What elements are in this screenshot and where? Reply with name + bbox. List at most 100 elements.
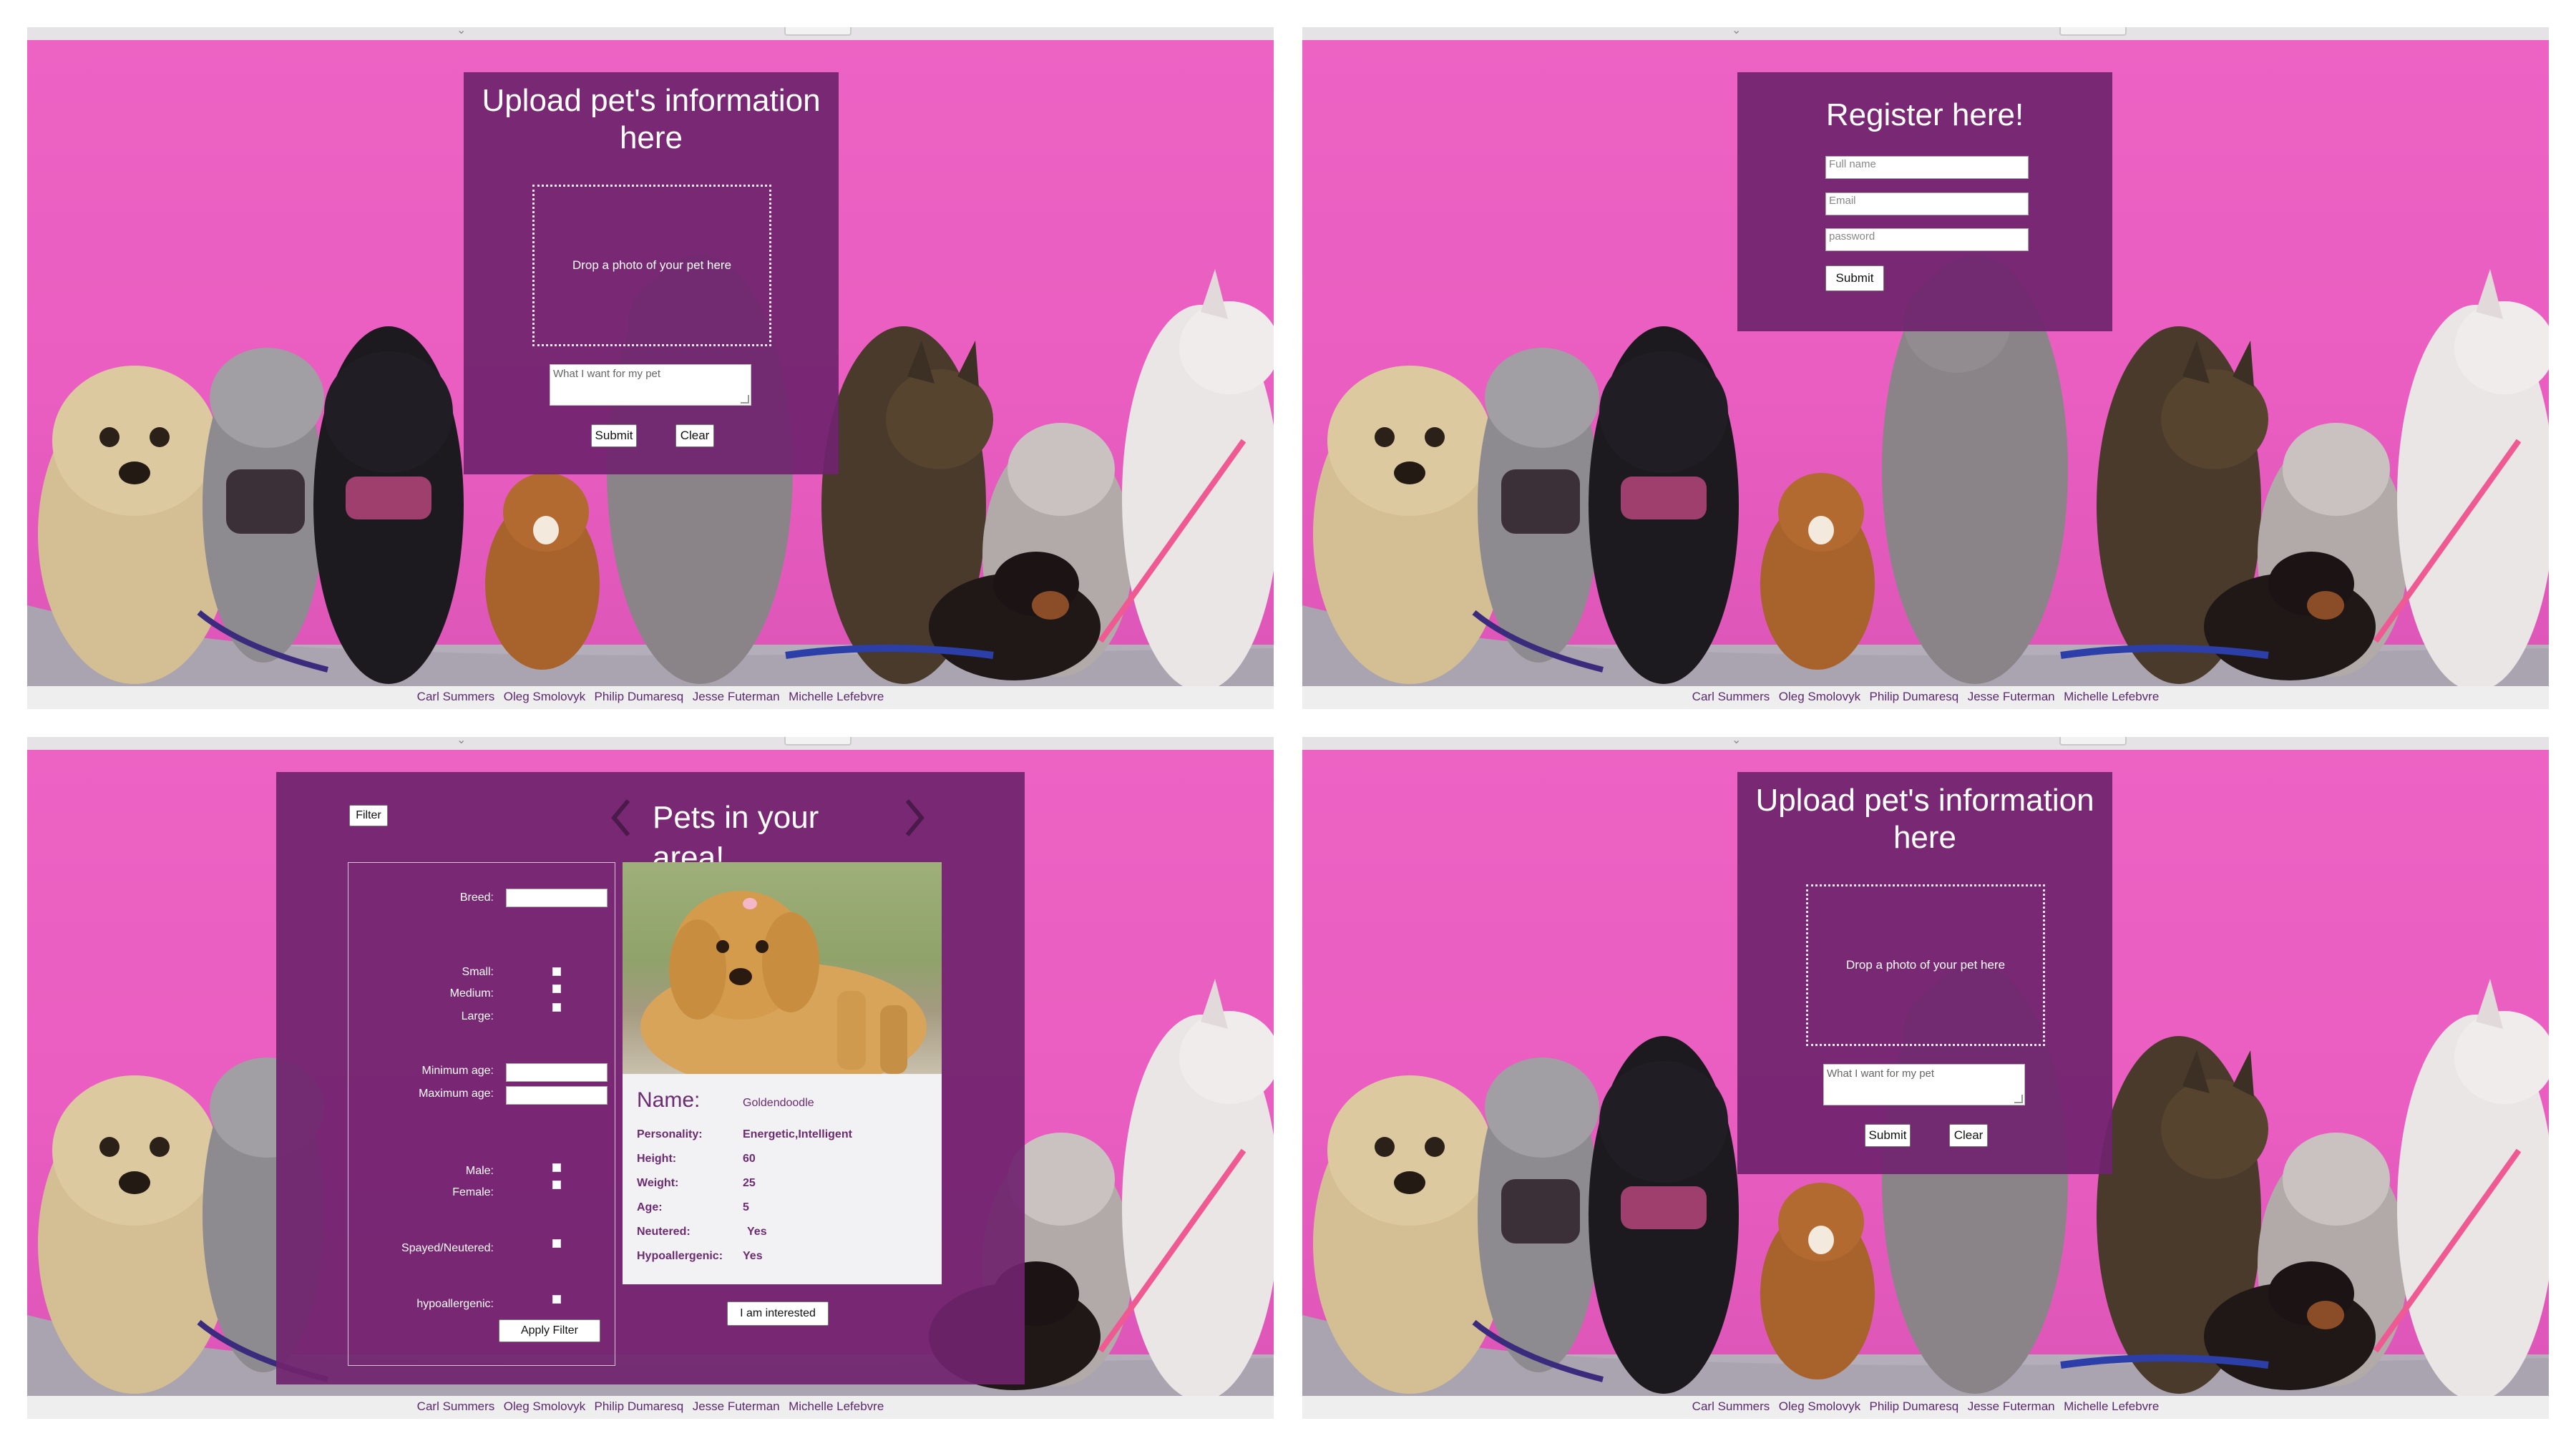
screenshot-upload-form-2: ⌄ Upload pet's information here Drop a p… [1302,737,2549,1451]
browser-tab[interactable] [2059,27,2127,36]
password-field[interactable]: password [1825,228,2029,251]
pet-name-value: Goldendoodle [743,1097,814,1109]
apply-filter-button[interactable]: Apply Filter [499,1319,600,1342]
hypoallergenic-label: hypoallergenic: [416,1298,494,1310]
male-label: Male: [465,1165,494,1177]
breed-label: Breed: [459,891,494,904]
credit-name: Carl Summers [416,690,495,703]
credit-name: Philip Dumaresq [1869,1399,1959,1413]
credit-name: Jesse Futerman [1967,1399,2055,1413]
interested-button[interactable]: I am interested [727,1301,829,1326]
register-title: Register here! [1825,97,2024,132]
browser-top-bar: ⌄ [1302,27,2549,40]
screenshot-register-form: ⌄ Register here! Full name Email passwor… [1302,27,2549,741]
credit-name: Jesse Futerman [1967,690,2055,703]
female-label: Female: [452,1186,494,1198]
personality-value: Energetic,Intelligent [743,1128,852,1140]
min-age-label: Minimum age: [421,1065,494,1077]
screenshot-pets-in-area: ⌄ Filter Pets in your area! Breed: Small… [27,737,1274,1451]
small-label: Small: [462,966,494,978]
browser-top-bar: ⌄ [1302,737,2549,750]
filter-panel: Breed: Small: Medium: Large: Minimum age… [348,862,615,1366]
breed-input[interactable] [506,889,608,907]
resize-grip-icon[interactable] [741,395,749,404]
credit-name: Oleg Smolovyk [1778,1399,1861,1413]
chevron-down-icon: ⌄ [457,27,467,36]
upload-card: Upload pet's information here Drop a pho… [464,72,839,474]
hypoallergenic-label: Hypoallergenic: [637,1250,723,1262]
credits: Carl Summers Oleg Smolovyk Philip Dumare… [1302,1399,2549,1414]
hypoallergenic-checkbox[interactable] [552,1295,561,1304]
submit-button[interactable]: Submit [591,424,637,447]
credits: Carl Summers Oleg Smolovyk Philip Dumare… [27,1399,1274,1414]
fullname-placeholder: Full name [1829,158,1876,170]
browser-tab[interactable] [2059,737,2127,746]
password-placeholder: password [1829,230,1875,243]
credit-name: Carl Summers [1692,1399,1770,1413]
fullname-field[interactable]: Full name [1825,156,2029,179]
large-label: Large: [461,1010,494,1022]
pet-profile-card: Name: Goldendoodle Personality: Energeti… [623,862,942,1284]
medium-label: Medium: [449,987,494,1000]
neutered-value: Yes [747,1226,767,1238]
browser-top-bar: ⌄ [27,737,1274,750]
male-checkbox[interactable] [552,1163,561,1172]
credit-name: Oleg Smolovyk [503,1399,586,1413]
submit-button[interactable]: Submit [1865,1124,1911,1147]
credits: Carl Summers Oleg Smolovyk Philip Dumare… [27,690,1274,704]
neutered-label: Neutered: [637,1226,691,1238]
credit-name: Philip Dumaresq [594,1399,684,1413]
personality-label: Personality: [637,1128,703,1140]
goldendoodle-illustration [640,891,927,1074]
wishes-placeholder: What I want for my pet [1827,1068,1935,1080]
pet-name-label: Name: [637,1088,701,1112]
screenshot-upload-form: ⌄ Upload pet's information here Drop a p… [27,27,1274,741]
photo-dropzone[interactable]: Drop a photo of your pet here [1806,884,2045,1046]
chevron-down-icon: ⌄ [1732,737,1742,746]
large-checkbox[interactable] [552,1003,561,1012]
weight-value: 25 [743,1177,756,1189]
clear-button[interactable]: Clear [1949,1124,1988,1147]
filter-button[interactable]: Filter [349,805,388,826]
credit-name: Carl Summers [416,1399,495,1413]
wishes-textarea[interactable]: What I want for my pet [1823,1064,2025,1105]
browser-tab[interactable] [784,737,852,746]
height-value: 60 [743,1153,756,1165]
credit-name: Carl Summers [1692,690,1770,703]
chevron-down-icon: ⌄ [1732,27,1742,36]
credit-name: Philip Dumaresq [594,690,684,703]
resize-grip-icon[interactable] [2014,1095,2023,1103]
wishes-textarea[interactable]: What I want for my pet [550,364,751,406]
browser-top-bar: ⌄ [27,27,1274,40]
upload-card: Upload pet's information here Drop a pho… [1737,772,2112,1174]
chevron-left-icon[interactable] [607,796,635,839]
clear-button[interactable]: Clear [675,424,714,447]
credit-name: Michelle Lefebvre [2064,1399,2160,1413]
browser-tab[interactable] [784,27,852,36]
credit-name: Philip Dumaresq [1869,690,1959,703]
height-label: Height: [637,1153,677,1165]
hypoallergenic-value: Yes [743,1250,763,1262]
credits: Carl Summers Oleg Smolovyk Philip Dumare… [1302,690,2549,704]
submit-button[interactable]: Submit [1825,265,1884,291]
medium-checkbox[interactable] [552,985,561,993]
spayed-checkbox[interactable] [552,1239,561,1248]
max-age-input[interactable] [506,1086,608,1105]
pets-card: Filter Pets in your area! Breed: Small: … [276,772,1025,1384]
photo-dropzone[interactable]: Drop a photo of your pet here [532,185,771,346]
credit-name: Michelle Lefebvre [2064,690,2160,703]
pet-photo [623,862,942,1074]
min-age-input[interactable] [506,1063,608,1082]
credit-name: Michelle Lefebvre [789,1399,884,1413]
max-age-label: Maximum age: [419,1088,494,1100]
spayed-label: Spayed/Neutered: [401,1242,494,1254]
small-checkbox[interactable] [552,967,561,976]
credit-name: Oleg Smolovyk [1778,690,1861,703]
chevron-right-icon[interactable] [900,796,929,839]
credit-name: Jesse Futerman [692,690,780,703]
email-field[interactable]: Email [1825,192,2029,215]
upload-title: Upload pet's information here [482,83,821,155]
female-checkbox[interactable] [552,1181,561,1189]
credit-name: Michelle Lefebvre [789,690,884,703]
credit-name: Jesse Futerman [692,1399,780,1413]
